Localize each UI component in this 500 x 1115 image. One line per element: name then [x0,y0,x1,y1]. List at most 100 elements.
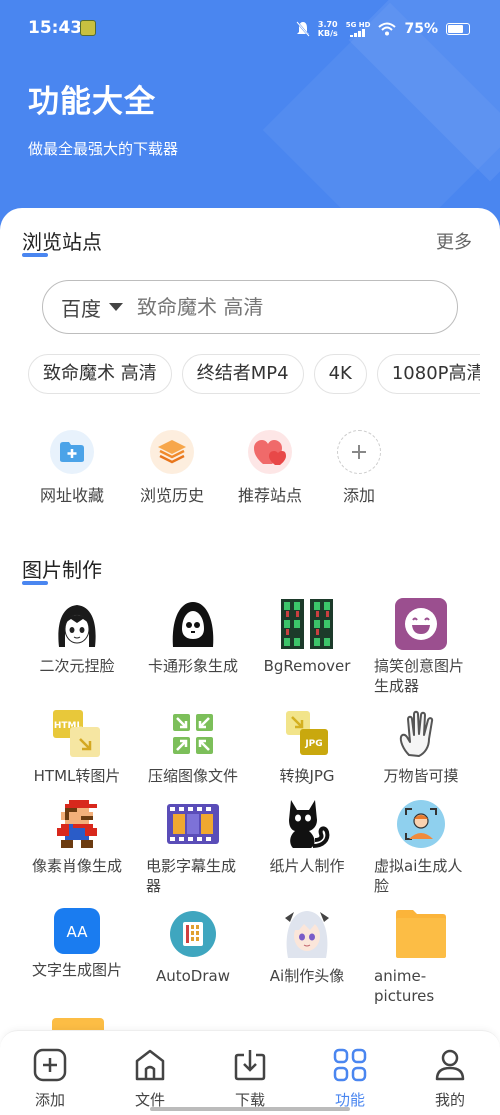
tool-label: 电影字幕生成器 [146,857,237,895]
add-square-icon [30,1045,70,1085]
search-chip[interactable]: 4K [313,354,367,394]
tool-ai-avatar[interactable]: Ai制作头像 [252,908,362,986]
battery-percent: 75% [404,21,438,37]
tool-html-to-image[interactable]: HTML HTML转图片 [22,708,132,786]
section-title-image-tools: 图片制作 [22,554,102,585]
tool-label: 虚拟ai生成人脸 [374,857,463,895]
nav-label: 添加 [34,1091,65,1109]
hand-icon [395,708,447,760]
house-icon [130,1045,170,1085]
nav-item-download[interactable]: 下载 [200,1045,300,1110]
section-title-text: 图片制作 [22,558,102,582]
tool-label: 文字生成图片 [31,961,122,979]
download-icon [230,1045,270,1085]
search-bar[interactable]: 百度 [42,280,458,334]
bookmark-folder-icon [50,430,94,474]
tool-bg-remover[interactable]: BgRemover [252,598,362,676]
text-aa-icon: AA [54,908,100,954]
pixel-mario-icon [51,798,103,850]
black-cat-icon [281,798,333,850]
quick-item-add[interactable]: 添加 [309,430,409,506]
film-strip-icon [167,798,219,850]
quick-item-label: 添加 [342,486,375,505]
status-right: 3.70 KB/s 5G HD 75% [296,20,470,38]
tool-convert-jpg[interactable]: JPG 转换JPG [252,708,362,786]
tool-compress-image[interactable]: 压缩图像文件 [138,708,248,786]
tool-anime-pictures[interactable]: anime-pictures [366,908,476,1006]
profile-icon [430,1045,470,1085]
tool-pixel-portrait[interactable]: 像素肖像生成 [22,798,132,876]
tool-label: BgRemover [263,657,351,675]
main-card: 浏览站点 更多 百度 致命魔术 高清终结者MP44K1080P高清 网址收藏 浏… [0,208,500,1038]
quick-item-bookmarks[interactable]: 网址收藏 [22,430,122,506]
tool-funny-generator[interactable]: 搞笑创意图片生成器 [366,598,476,696]
compress-icon [167,708,219,760]
tool-label: Ai制作头像 [269,967,345,985]
wifi-icon [378,22,397,36]
signal-icon [350,29,366,37]
quick-actions: 网址收藏 浏览历史 推荐站点 添加 [0,430,500,520]
tool-label: 万物皆可摸 [383,767,459,785]
tool-label: HTML转图片 [33,767,121,785]
tool-cartoon-ghost[interactable]: 卡通形象生成 [138,598,248,676]
signal-group: 5G HD [345,21,371,37]
status-bar: 15:43 3.70 KB/s 5G HD 75% [0,0,500,60]
net-speed-value: 3.70 [317,20,338,29]
mute-bell-icon [296,21,310,37]
face-scan-icon [395,798,447,850]
section-underline [22,253,48,257]
nav-item-profile[interactable]: 我的 [400,1045,500,1110]
cartoon-ghost-icon [167,598,219,650]
tool-label: 转换JPG [279,767,335,785]
home-indicator[interactable] [150,1107,350,1111]
quick-item-history[interactable]: 浏览历史 [122,430,222,506]
quick-item-label: 网址收藏 [39,486,104,505]
tool-label: 纸片人制作 [269,857,345,875]
history-layers-icon [150,430,194,474]
status-time: 15:43 [28,18,83,38]
anime-avatar-icon [281,908,333,960]
caret-down-icon[interactable] [109,303,123,311]
tool-label: 二次元捏脸 [39,657,115,675]
network-type: 5G HD [345,21,371,29]
nav-item-files[interactable]: 文件 [100,1045,200,1110]
tool-label: 搞笑创意图片生成器 [374,657,465,695]
tool-movie-subtitle[interactable]: 电影字幕生成器 [138,798,248,896]
battery-icon [446,23,470,35]
search-input[interactable] [137,295,417,319]
search-chip[interactable]: 终结者MP4 [181,354,304,394]
nav-label: 我的 [434,1091,465,1109]
bottom-nav: 添加 文件 下载 功能 我的 [0,1030,500,1115]
anime-face-icon [51,598,103,650]
search-chip[interactable]: 1080P高清 [376,354,480,394]
tool-label: 压缩图像文件 [147,767,238,785]
smiley-icon [395,598,447,650]
autodraw-icon [167,908,219,960]
grid-icon [330,1045,370,1085]
svg-text:AA: AA [67,923,89,941]
search-chip[interactable]: 致命魔术 高清 [28,354,172,394]
notification-app-icon [80,20,96,36]
more-link[interactable]: 更多 [436,228,472,254]
section-underline [22,581,48,585]
tool-touch-anything[interactable]: 万物皆可摸 [366,708,476,786]
quick-item-label: 浏览历史 [139,486,204,505]
tool-virtual-face[interactable]: 虚拟ai生成人脸 [366,798,476,896]
jpg-convert-icon: JPG [281,708,333,760]
tool-label: AutoDraw [155,967,230,985]
nav-item-add[interactable]: 添加 [0,1045,100,1110]
folder-icon [395,908,447,960]
quick-item-recommended[interactable]: 推荐站点 [220,430,320,506]
search-chips: 致命魔术 高清 终结者MP4 4K 1080P高清 [28,354,480,398]
tool-label: anime-pictures [374,967,435,1005]
tool-autodraw[interactable]: AutoDraw [138,908,248,986]
tool-text-to-image[interactable]: AA 文字生成图片 [22,908,132,980]
tool-anime-face[interactable]: 二次元捏脸 [22,598,132,676]
page-subtitle: 做最全最强大的下载器 [28,140,179,158]
section-title-browse: 浏览站点 [22,226,102,257]
search-engine-select[interactable]: 百度 [61,293,101,322]
svg-text:JPG: JPG [304,739,322,749]
nav-item-features[interactable]: 功能 [300,1045,400,1110]
net-speed-unit: KB/s [317,29,338,38]
tool-paper-person[interactable]: 纸片人制作 [252,798,362,876]
